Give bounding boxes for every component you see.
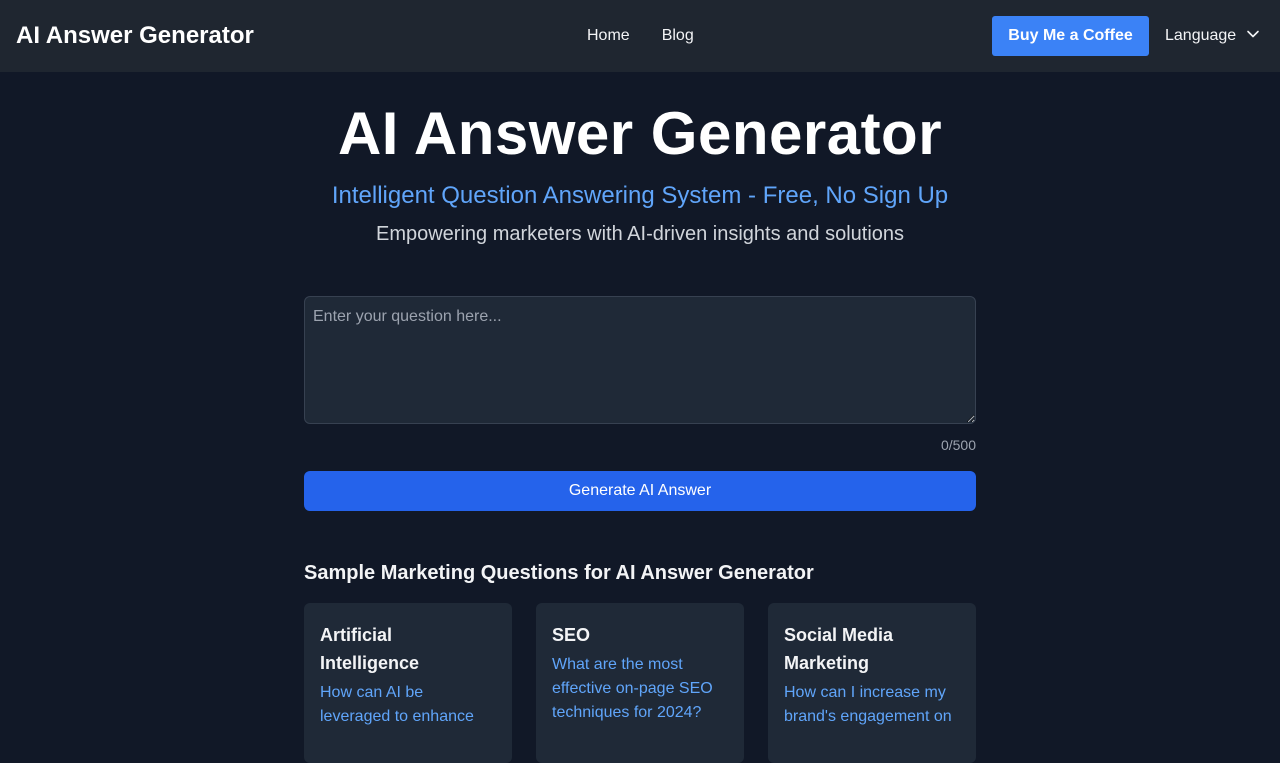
nav-home-link[interactable]: Home [587, 24, 630, 48]
chevron-down-icon [1244, 27, 1260, 46]
page-tagline: Empowering marketers with AI-driven insi… [375, 223, 905, 245]
page-subtitle: Intelligent Question Answering System - … [331, 182, 949, 209]
navbar: AI Answer Generator Home Blog Buy Me a C… [0, 0, 1280, 72]
sample-card-social-media-marketing[interactable]: Social Media Marketing How can I increas… [768, 603, 976, 763]
brand-logo[interactable]: AI Answer Generator [16, 20, 254, 52]
language-label: Language [1165, 27, 1237, 44]
sample-card-seo[interactable]: SEO What are the most effective on-page … [536, 603, 744, 763]
card-title: SEO [552, 625, 591, 645]
nav-blog-link[interactable]: Blog [662, 24, 694, 48]
character-counter: 0/500 [940, 437, 976, 453]
buy-me-a-coffee-button[interactable]: Buy Me a Coffee [992, 16, 1149, 56]
nav-links: Home Blog [587, 24, 694, 48]
question-input[interactable] [304, 296, 976, 424]
sample-question-cards: Artificial Intelligence How can AI be le… [304, 603, 976, 763]
card-question[interactable]: How can AI be leveraged to enhance [320, 681, 496, 729]
card-title: Artificial Intelligence [320, 625, 420, 673]
page-title: AI Answer Generator [337, 100, 943, 167]
sample-card-artificial-intelligence[interactable]: Artificial Intelligence How can AI be le… [304, 603, 512, 763]
generate-answer-button[interactable]: Generate AI Answer [304, 471, 976, 511]
card-title: Social Media Marketing [784, 625, 894, 673]
card-question[interactable]: How can I increase my brand's engagement… [784, 681, 960, 729]
card-question[interactable]: What are the most effective on-page SEO … [552, 653, 728, 725]
sample-questions-heading: Sample Marketing Questions for AI Answer… [304, 562, 814, 584]
language-selector[interactable]: Language [1165, 24, 1260, 48]
